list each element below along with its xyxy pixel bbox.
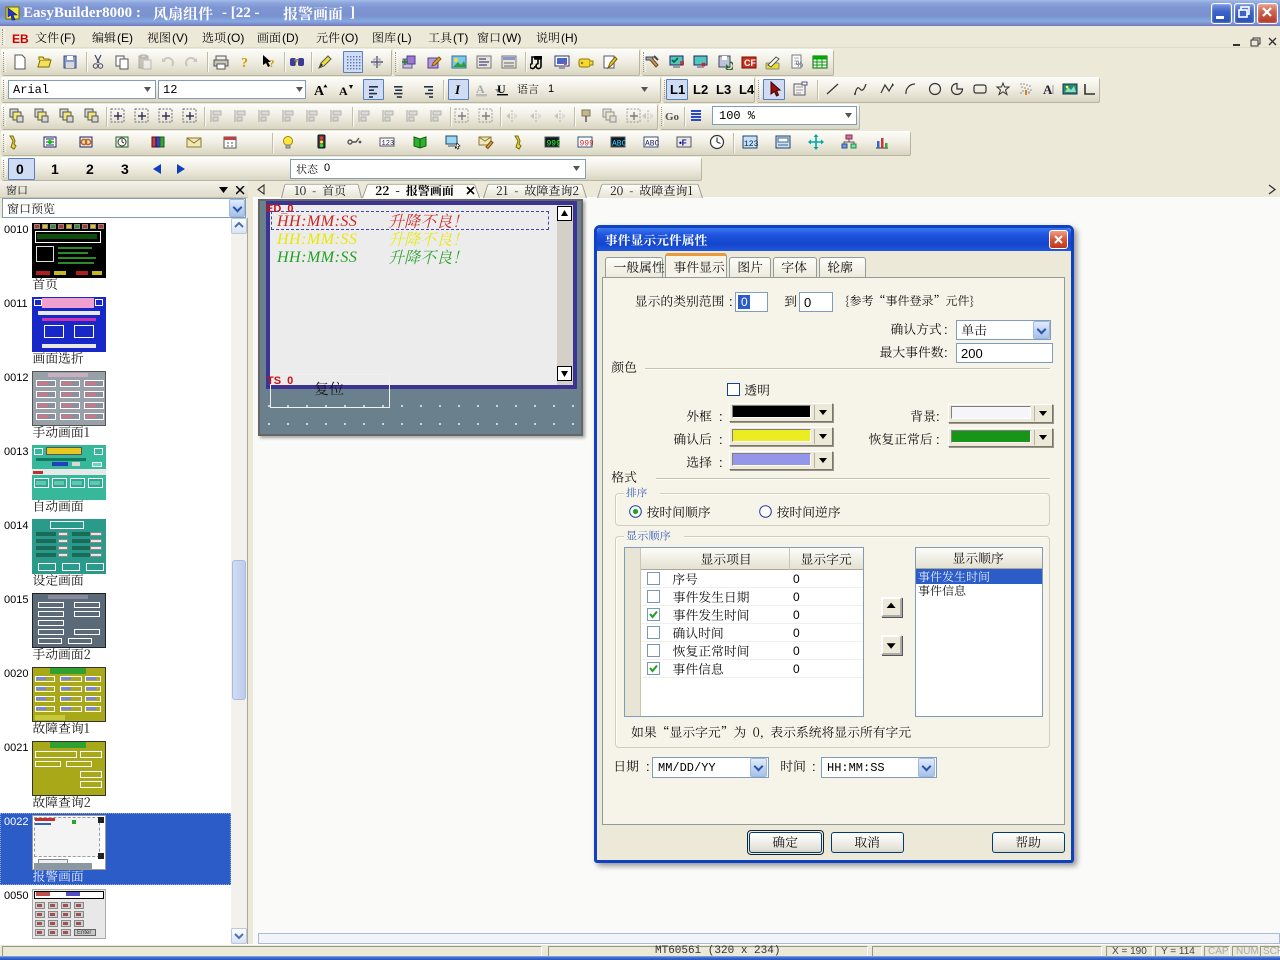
svg-text:Go: Go bbox=[665, 111, 680, 123]
svg-text:123: 123 bbox=[744, 140, 758, 149]
svg-text:ABC: ABC bbox=[612, 140, 626, 149]
svg-text:CF: CF bbox=[744, 58, 756, 68]
svg-text:%: % bbox=[796, 60, 803, 69]
svg-text:A: A bbox=[476, 82, 485, 96]
svg-text:I: I bbox=[454, 82, 461, 97]
svg-text:999: 999 bbox=[547, 140, 561, 149]
svg-text:A: A bbox=[339, 84, 348, 97]
svg-text:ABC: ABC bbox=[645, 140, 659, 149]
svg-text:U: U bbox=[497, 82, 506, 96]
svg-text:?: ? bbox=[269, 58, 275, 70]
svg-text:?: ? bbox=[294, 58, 299, 68]
svg-text:?: ? bbox=[241, 56, 248, 70]
svg-text:A: A bbox=[314, 84, 325, 97]
svg-text:999: 999 bbox=[580, 140, 594, 149]
svg-text:123: 123 bbox=[382, 140, 395, 148]
svg-text:A: A bbox=[1043, 82, 1053, 97]
svg-text:•F: •F bbox=[679, 139, 687, 148]
